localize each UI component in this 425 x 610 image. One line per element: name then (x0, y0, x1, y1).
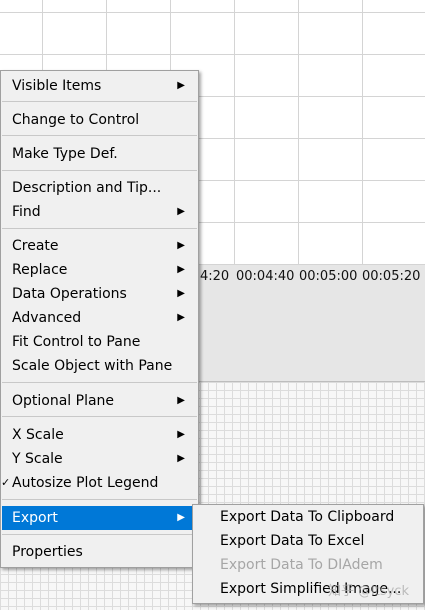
menu-item-advanced[interactable]: Advanced ▶ (2, 306, 197, 330)
check-mark-icon: ✓ (1, 476, 11, 489)
menu-item-label: Create (12, 238, 59, 254)
menu-item-label: Change to Control (12, 112, 140, 128)
menu-separator (2, 534, 197, 535)
submenu-item-label: Export Data To Clipboard (220, 509, 395, 525)
menu-item-x-scale[interactable]: X Scale ▶ (2, 423, 197, 447)
submenu-arrow-icon: ▶ (177, 453, 185, 464)
menu-item-export[interactable]: Export ▶ (2, 506, 197, 530)
menu-item-label: Optional Plane (12, 393, 115, 409)
x-tick-label: 00:05:00 (299, 269, 358, 284)
menu-item-label: Export (12, 510, 58, 526)
menu-item-label: Properties (12, 544, 83, 560)
menu-separator (2, 416, 197, 417)
menu-item-label: Description and Tip... (12, 180, 162, 196)
menu-item-description-and-tip[interactable]: Description and Tip... (2, 176, 197, 200)
submenu-item-label: Export Data To DIAdem (220, 557, 383, 573)
menu-item-data-operations[interactable]: Data Operations ▶ (2, 282, 197, 306)
menu-item-change-to-control[interactable]: Change to Control (2, 108, 197, 132)
menu-item-scale-object-with-pane[interactable]: Scale Object with Pane (2, 354, 197, 378)
menu-item-label: Advanced (12, 310, 82, 326)
menu-item-label: Replace (12, 262, 68, 278)
menu-item-optional-plane[interactable]: Optional Plane ▶ (2, 389, 197, 413)
menu-item-label: Visible Items (12, 78, 102, 94)
menu-item-properties[interactable]: Properties (2, 540, 197, 564)
menu-item-fit-control-to-pane[interactable]: Fit Control to Pane (2, 330, 197, 354)
menu-item-replace[interactable]: Replace ▶ (2, 258, 197, 282)
watermark-text: 知乎 @ltsyck (328, 584, 409, 599)
menu-item-make-type-def[interactable]: Make Type Def. (2, 142, 197, 166)
menu-item-create[interactable]: Create ▶ (2, 234, 197, 258)
menu-separator (2, 382, 197, 383)
submenu-arrow-icon: ▶ (177, 312, 185, 323)
menu-separator (2, 228, 197, 229)
submenu-item-export-to-diadem: Export Data To DIAdem (194, 553, 422, 577)
menu-item-label: X Scale (12, 427, 64, 443)
menu-item-visible-items[interactable]: Visible Items ▶ (2, 74, 197, 98)
submenu-arrow-icon: ▶ (177, 80, 185, 91)
submenu-arrow-icon: ▶ (177, 288, 185, 299)
submenu-arrow-icon: ▶ (177, 395, 185, 406)
menu-item-label: Fit Control to Pane (12, 334, 141, 350)
menu-item-y-scale[interactable]: Y Scale ▶ (2, 447, 197, 471)
submenu-arrow-icon: ▶ (177, 429, 185, 440)
labview-window: 4:20 00:04:40 00:05:00 00:05:20 Visible … (0, 0, 425, 610)
menu-item-label: Autosize Plot Legend (12, 475, 159, 491)
context-menu: Visible Items ▶ Change to Control Make T… (0, 70, 199, 568)
menu-item-label: Y Scale (12, 451, 63, 467)
submenu-item-export-to-clipboard[interactable]: Export Data To Clipboard (194, 505, 422, 529)
menu-item-label: Data Operations (12, 286, 127, 302)
menu-item-autosize-plot-legend[interactable]: ✓ Autosize Plot Legend (1, 471, 197, 495)
menu-item-label: Find (12, 204, 41, 220)
submenu-arrow-icon: ▶ (177, 264, 185, 275)
x-tick-label: 00:04:40 (236, 269, 295, 284)
submenu-arrow-icon: ▶ (177, 240, 185, 251)
menu-item-label: Scale Object with Pane (12, 358, 173, 374)
menu-separator (2, 101, 197, 102)
menu-separator (2, 170, 197, 171)
menu-item-label: Make Type Def. (12, 146, 118, 162)
submenu-arrow-icon: ▶ (177, 206, 185, 217)
x-tick-label: 4:20 (200, 269, 230, 284)
menu-separator (2, 499, 197, 500)
submenu-arrow-icon: ▶ (177, 512, 185, 523)
menu-separator (2, 135, 197, 136)
submenu-item-export-to-excel[interactable]: Export Data To Excel (194, 529, 422, 553)
x-tick-label: 00:05:20 (362, 269, 421, 284)
menu-item-find[interactable]: Find ▶ (2, 200, 197, 224)
submenu-item-label: Export Data To Excel (220, 533, 365, 549)
